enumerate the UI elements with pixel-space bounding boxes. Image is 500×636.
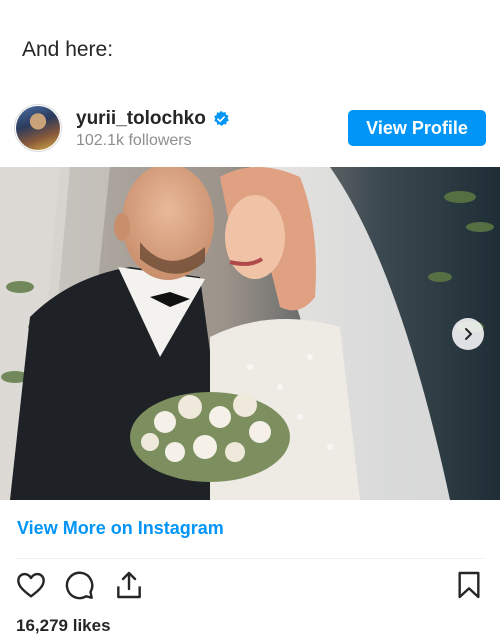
like-button[interactable] [14, 568, 48, 602]
view-more-link[interactable]: View More on Instagram [17, 518, 224, 539]
bookmark-icon [458, 571, 480, 599]
followers-count: 102.1k followers [76, 132, 192, 149]
view-profile-button[interactable]: View Profile [348, 110, 486, 146]
divider [16, 558, 484, 559]
chevron-right-icon [465, 328, 472, 340]
heart-icon [17, 572, 45, 598]
avatar[interactable] [16, 106, 60, 150]
comment-icon [65, 571, 94, 600]
save-button[interactable] [452, 568, 486, 602]
carousel-next-button[interactable] [452, 318, 484, 350]
post-photo[interactable] [0, 167, 500, 500]
comment-button[interactable] [62, 568, 96, 602]
verified-badge-icon [214, 110, 229, 127]
share-icon [117, 571, 141, 599]
username[interactable]: yurii_tolochko [76, 108, 206, 130]
likes-count: 16,279 likes [16, 616, 111, 635]
action-bar [0, 568, 500, 608]
intro-text: And here: [22, 38, 114, 61]
post-header: yurii_tolochko 102.1k followers View Pro… [0, 98, 500, 160]
username-row: yurii_tolochko [76, 108, 230, 130]
share-button[interactable] [112, 568, 146, 602]
post-photo-image [0, 167, 500, 500]
